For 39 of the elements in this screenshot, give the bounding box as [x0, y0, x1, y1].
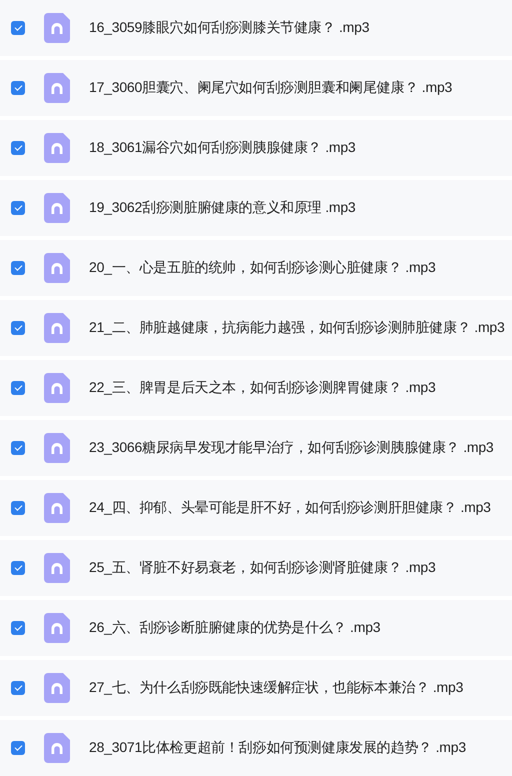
checkbox[interactable]	[11, 441, 25, 455]
headphones-icon	[44, 673, 70, 703]
checkbox[interactable]	[11, 561, 25, 575]
checkbox[interactable]	[11, 621, 25, 635]
checkbox[interactable]	[11, 141, 25, 155]
file-name: 22_三、脾胃是后天之本，如何刮痧诊测脾胃健康？ .mp3	[89, 379, 436, 397]
file-name: 23_3066糖尿病早发现才能早治疗，如何刮痧诊测胰腺健康？ .mp3	[89, 439, 494, 457]
file-name: 20_一、心是五脏的统帅，如何刮痧诊测心脏健康？ .mp3	[89, 259, 436, 277]
headphones-icon	[44, 493, 70, 523]
file-name: 27_七、为什么刮痧既能快速缓解症状，也能标本兼治？ .mp3	[89, 679, 464, 697]
headphones-icon	[44, 373, 70, 403]
file-name: 18_3061漏谷穴如何刮痧测胰腺健康？ .mp3	[89, 139, 356, 157]
checkbox[interactable]	[11, 321, 25, 335]
checkbox[interactable]	[11, 81, 25, 95]
headphones-icon	[44, 193, 70, 223]
headphones-icon	[44, 553, 70, 583]
checkbox[interactable]	[11, 381, 25, 395]
file-name: 28_3071比体检更超前！刮痧如何预测健康发展的趋势？ .mp3	[89, 739, 466, 757]
headphones-icon	[44, 73, 70, 103]
file-name: 17_3060胆囊穴、阑尾穴如何刮痧测胆囊和阑尾健康？ .mp3	[89, 79, 452, 97]
file-name: 19_3062刮痧测脏腑健康的意义和原理 .mp3	[89, 199, 356, 217]
headphones-icon	[44, 433, 70, 463]
checkbox[interactable]	[11, 21, 25, 35]
headphones-icon	[44, 253, 70, 283]
file-name: 24_四、抑郁、头晕可能是肝不好，如何刮痧诊测肝胆健康？ .mp3	[89, 499, 491, 517]
headphones-icon	[44, 733, 70, 763]
file-name: 21_二、肺脏越健康，抗病能力越强，如何刮痧诊测肺脏健康？ .mp3	[89, 319, 505, 337]
file-name: 25_五、肾脏不好易衰老，如何刮痧诊测肾脏健康？ .mp3	[89, 559, 436, 577]
headphones-icon	[44, 133, 70, 163]
file-name: 16_3059膝眼穴如何刮痧测膝关节健康？ .mp3	[89, 19, 370, 37]
checkbox[interactable]	[11, 681, 25, 695]
headphones-icon	[44, 13, 70, 43]
checkbox[interactable]	[11, 261, 25, 275]
headphones-icon	[44, 313, 70, 343]
headphones-icon	[44, 613, 70, 643]
checkbox[interactable]	[11, 741, 25, 755]
checkbox[interactable]	[11, 501, 25, 515]
checkbox[interactable]	[11, 201, 25, 215]
file-name: 26_六、刮痧诊断脏腑健康的优势是什么？ .mp3	[89, 619, 380, 637]
